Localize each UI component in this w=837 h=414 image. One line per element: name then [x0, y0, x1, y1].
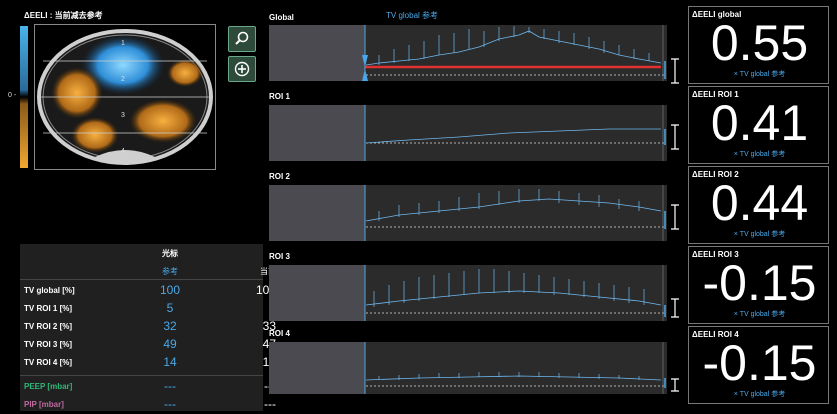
svg-text:1: 1: [121, 40, 125, 47]
value-subtitle: × TV global 参考: [733, 231, 786, 238]
pip-ref-value: ---: [164, 397, 176, 411]
pip-label: PIP [mbar]: [24, 400, 64, 409]
waveform-trace: [364, 185, 666, 241]
wave-title-roi1: ROI 1: [269, 92, 290, 101]
table-header: 光标: [162, 249, 178, 258]
waveform-roi2[interactable]: [269, 185, 667, 241]
waveform-roi1[interactable]: [269, 105, 667, 161]
table-row-peep: PEEP [mbar] --- ---: [20, 378, 276, 396]
zoom-button[interactable]: [228, 26, 256, 52]
row-ref-value: 32: [163, 319, 177, 333]
eit-image: 1 2 3 4: [34, 24, 216, 170]
plus-circle-icon: [234, 61, 250, 77]
row-label: TV ROI 1 [%]: [24, 304, 73, 313]
tv-global-annotation: TV global 参考: [386, 11, 439, 20]
value-box-global: ΔEELI global 0.55 × TV global 参考: [688, 6, 829, 84]
caliper-icon: [670, 124, 680, 150]
row-ref-value: 14: [163, 355, 177, 369]
peep-current-value: ---: [210, 379, 276, 393]
row-current-value: 15: [210, 355, 276, 369]
caliper-icon: [670, 204, 680, 230]
magnifier-icon: [235, 31, 249, 45]
row-current-value: 100: [255, 283, 276, 297]
value-number: 0.55: [710, 15, 809, 71]
row-ref-value: 100: [159, 283, 181, 297]
waveform-trace: [362, 25, 666, 81]
value-subtitle: × TV global 参考: [733, 311, 786, 318]
waveform-trace: [364, 342, 666, 394]
wave-title-global: Global: [269, 13, 294, 22]
divider: [20, 375, 263, 376]
colorbar: [20, 26, 28, 168]
value-subtitle: × TV global 参考: [733, 391, 786, 398]
waveform-trace: [364, 105, 666, 161]
value-box-roi4: ΔEELI ROI 4 -0.15 × TV global 参考: [688, 326, 829, 404]
value-box-roi3: ΔEELI ROI 3 -0.15 × TV global 参考: [688, 246, 829, 324]
table-row: TV ROI 4 [%] 14 15: [20, 354, 276, 372]
peep-label: PEEP [mbar]: [24, 382, 73, 391]
caliper-icon: [670, 298, 680, 318]
row-current-value: 6: [210, 301, 276, 315]
value-number: -0.15: [702, 335, 817, 391]
waveform-trace: [364, 265, 666, 321]
value-number: 0.41: [710, 95, 809, 151]
colorbar-zero-label: 0 -: [8, 92, 17, 99]
row-ref-value: 5: [166, 301, 174, 315]
table-row: TV ROI 1 [%] 5 6: [20, 300, 276, 318]
svg-text:2: 2: [121, 76, 125, 83]
value-subtitle: × TV global 参考: [733, 151, 786, 158]
divider: [20, 279, 263, 280]
row-label: TV ROI 2 [%]: [24, 322, 73, 331]
waveform-roi4[interactable]: [269, 342, 667, 394]
row-label: TV ROI 3 [%]: [24, 340, 73, 349]
cursor-table: 光标 参考 当前 TV global [%] 100 100 TV ROI 1 …: [20, 244, 276, 414]
row-label: TV global [%]: [24, 286, 75, 295]
caliper-icon: [670, 378, 680, 392]
svg-text:3: 3: [121, 112, 125, 119]
caliper-icon: [670, 58, 680, 84]
row-label: TV ROI 4 [%]: [24, 358, 73, 367]
wave-title-roi4: ROI 4: [269, 329, 290, 338]
svg-text:4: 4: [121, 148, 125, 155]
col-ref-header: 参考: [162, 267, 178, 276]
value-number: -0.15: [702, 255, 817, 311]
waveform-global[interactable]: [269, 25, 667, 81]
image-title: ΔEELI : 当前减去参考: [24, 11, 103, 20]
table-row: TV global [%] 100 100: [20, 282, 276, 300]
row-current-value: 47: [210, 337, 276, 351]
wave-title-roi3: ROI 3: [269, 252, 290, 261]
table-row: TV ROI 3 [%] 49 47: [20, 336, 276, 354]
pip-current-value: ---: [264, 397, 276, 411]
wave-title-roi2: ROI 2: [269, 172, 290, 181]
value-box-roi2: ΔEELI ROI 2 0.44 × TV global 参考: [688, 166, 829, 244]
value-box-roi1: ΔEELI ROI 1 0.41 × TV global 参考: [688, 86, 829, 164]
waveform-roi3[interactable]: [269, 265, 667, 321]
table-row-pip: PIP [mbar] --- ---: [20, 396, 276, 414]
col-cur-header: 当前: [260, 267, 276, 276]
table-row: TV ROI 2 [%] 32 33: [20, 318, 276, 336]
add-button[interactable]: [228, 56, 256, 82]
value-subtitle: × TV global 参考: [733, 71, 786, 78]
row-ref-value: 49: [163, 337, 177, 351]
value-number: 0.44: [710, 175, 809, 231]
peep-ref-value: ---: [164, 379, 176, 393]
row-current-value: 33: [262, 319, 276, 333]
